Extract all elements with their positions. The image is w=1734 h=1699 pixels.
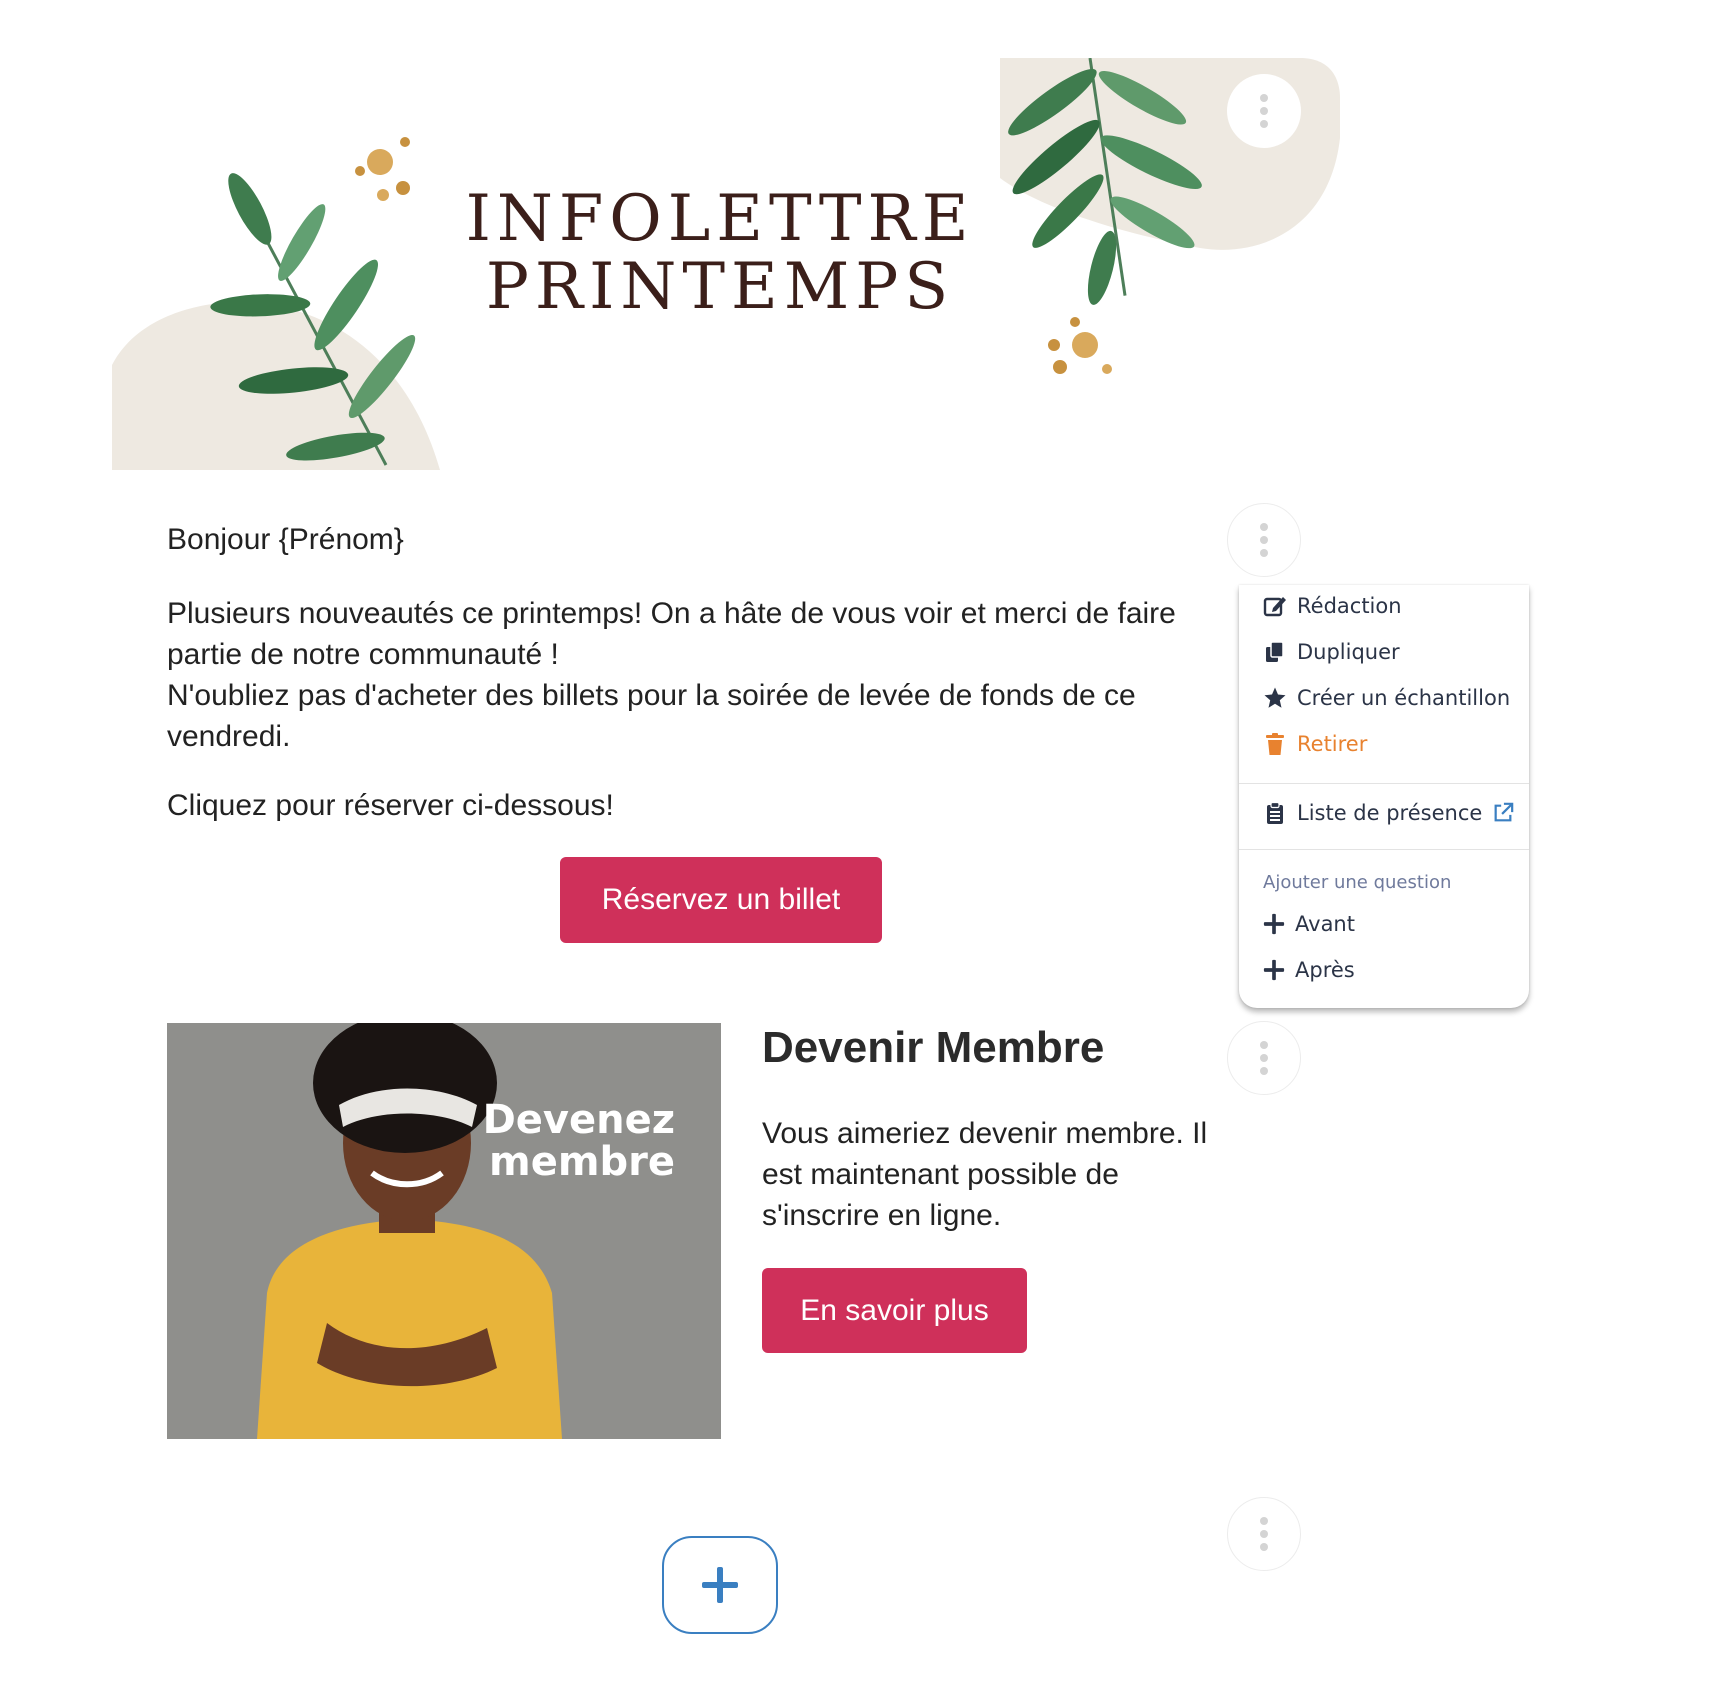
overlay-line-1: Devenez [482, 1097, 675, 1143]
text-block-options-button[interactable] [1227, 503, 1301, 577]
newsletter-title: INFOLETTRE PRINTEMPS [460, 185, 980, 321]
menu-item-label: Dupliquer [1297, 640, 1400, 664]
star-icon [1264, 687, 1286, 708]
intro-line-3: N'oubliez pas d'acheter des billets pour… [167, 679, 1136, 712]
intro-line-1: Plusieurs nouveautés ce printemps! On a … [167, 597, 1176, 630]
menu-divider [1239, 849, 1529, 850]
intro-line-2: partie de notre communauté ! [167, 638, 559, 671]
add-question-header: Ajouter une question [1263, 872, 1452, 893]
copy-icon [1266, 641, 1284, 662]
member-description: Vous aimeriez devenir membre. Il est mai… [762, 1113, 1242, 1236]
plus-icon [1263, 959, 1285, 981]
title-line-1: INFOLETTRE [465, 182, 975, 256]
menu-divider [1239, 783, 1529, 784]
greeting-text: Bonjour {Prénom} [167, 523, 404, 556]
overlay-line-2: membre [489, 1139, 675, 1185]
vertical-dots-icon [1260, 1517, 1268, 1551]
menu-item-label: Retirer [1297, 732, 1368, 756]
menu-item-duplicate[interactable]: Dupliquer [1263, 640, 1400, 664]
plus-icon [1263, 913, 1285, 935]
learn-more-button[interactable]: En savoir plus [762, 1268, 1027, 1353]
menu-item-label: Après [1295, 958, 1355, 982]
menu-item-label: Liste de présence [1297, 801, 1483, 825]
image-overlay-text: Devenez membre [483, 1099, 675, 1183]
header-block-options-button[interactable] [1227, 74, 1301, 148]
title-line-2: PRINTEMPS [485, 250, 955, 324]
header-gold-dots-left [355, 137, 410, 201]
external-link-icon [1494, 802, 1514, 822]
member-text-line-2: est maintenant possible de [762, 1158, 1119, 1191]
menu-item-add-before[interactable]: Avant [1263, 912, 1355, 936]
plus-icon [702, 1567, 738, 1603]
menu-item-create-sample[interactable]: Créer un échantillon [1263, 686, 1510, 710]
menu-item-label: Créer un échantillon [1297, 686, 1511, 710]
intro-line-4: vendredi. [167, 720, 291, 753]
menu-item-attendance-list[interactable]: Liste de présence [1263, 801, 1514, 825]
member-section-title: Devenir Membre [762, 1023, 1105, 1072]
header-gold-dots-right [1048, 317, 1112, 374]
vertical-dots-icon [1260, 94, 1268, 128]
footer-block-options-button[interactable] [1227, 1497, 1301, 1571]
add-block-button[interactable] [662, 1536, 778, 1634]
clipboard-icon [1267, 801, 1283, 824]
smiling-woman-photo [167, 1023, 721, 1439]
menu-item-remove[interactable]: Retirer [1263, 732, 1367, 756]
member-block-options-button[interactable] [1227, 1021, 1301, 1095]
trash-icon [1266, 733, 1284, 755]
block-context-menu: Rédaction Dupliquer Créer un échantillon… [1239, 585, 1529, 1008]
member-text-line-3: s'inscrire en ligne. [762, 1199, 1002, 1232]
member-text-line-1: Vous aimeriez devenir membre. Il [762, 1117, 1208, 1150]
member-promo-image: Devenez membre [167, 1023, 721, 1439]
vertical-dots-icon [1260, 1041, 1268, 1075]
reserve-ticket-button[interactable]: Réservez un billet [560, 857, 882, 943]
menu-item-label: Rédaction [1297, 594, 1402, 618]
menu-item-edit[interactable]: Rédaction [1263, 594, 1402, 618]
edit-icon [1263, 597, 1286, 617]
menu-item-label: Avant [1295, 912, 1355, 936]
menu-item-add-after[interactable]: Après [1263, 958, 1355, 982]
cta-text: Cliquez pour réserver ci-dessous! [167, 789, 614, 822]
intro-paragraph: Plusieurs nouveautés ce printemps! On a … [167, 593, 1232, 757]
vertical-dots-icon [1260, 523, 1268, 557]
